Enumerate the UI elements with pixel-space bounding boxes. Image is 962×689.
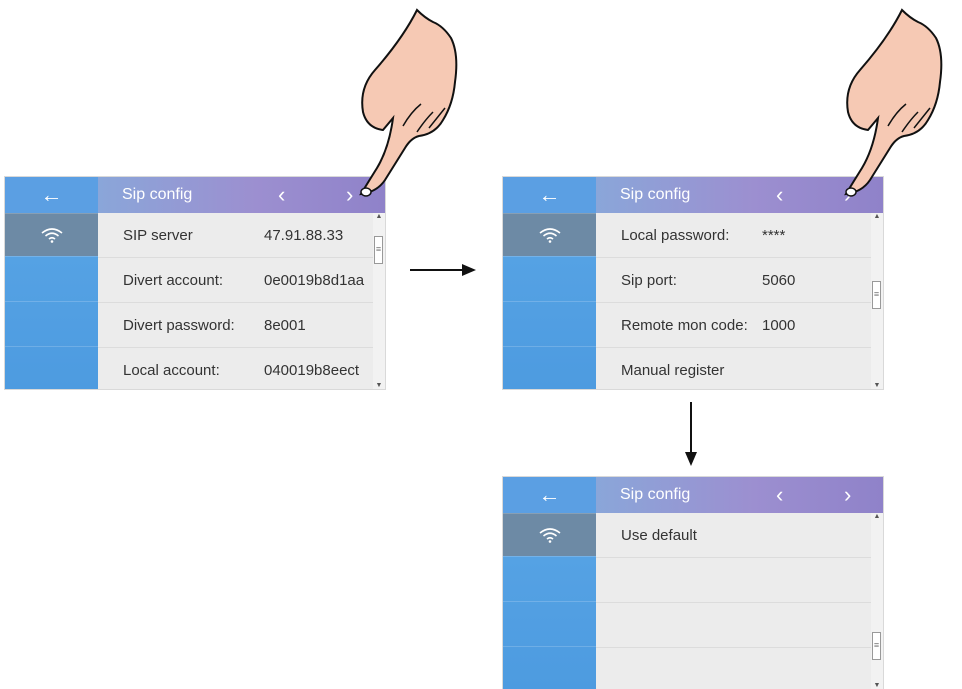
setting-row-empty [596, 648, 871, 689]
prev-button[interactable]: ‹ [776, 177, 783, 213]
setting-row-remote-mon-code[interactable]: Remote mon code: 1000 [596, 303, 871, 348]
header: Sip config ‹ › [596, 477, 883, 513]
screen-2: ← Sip config ‹ › Local password:**** Sip… [503, 177, 883, 389]
wifi-icon [539, 228, 560, 243]
sidebar-item[interactable] [503, 346, 596, 389]
sidebar: ← [503, 177, 596, 389]
setting-value: 0e0019b8d1aa [264, 271, 365, 289]
prev-button[interactable]: ‹ [278, 177, 285, 213]
scroll-up-icon[interactable]: ▲ [373, 213, 385, 220]
setting-value: 5060 [762, 271, 796, 289]
setting-value: 040019b8eect [264, 361, 360, 379]
setting-row-sip-port[interactable]: Sip port: 5060 [596, 258, 871, 303]
setting-label: Local account: [123, 361, 220, 379]
page-title: Sip config [620, 186, 691, 203]
sidebar-item-wifi[interactable] [503, 513, 596, 556]
setting-row-sip-server[interactable]: SIP server 47.91.88.33 [98, 213, 373, 258]
sidebar-item-wifi[interactable] [503, 213, 596, 256]
back-button[interactable]: ← [503, 477, 596, 513]
sidebar-item-wifi[interactable] [5, 213, 98, 256]
back-button[interactable]: ← [5, 177, 98, 213]
setting-label: SIP server [123, 226, 193, 244]
sidebar-item[interactable] [503, 601, 596, 646]
sidebar-item[interactable] [503, 301, 596, 346]
arrow-left-icon: ← [538, 482, 561, 507]
setting-value: 8e001 [264, 316, 306, 334]
scroll-up-icon[interactable]: ▲ [871, 213, 883, 220]
setting-label: Divert account: [123, 271, 224, 289]
setting-label: Manual register [621, 361, 725, 379]
scroll-down-icon[interactable]: ▼ [373, 382, 385, 389]
setting-label: Divert password: [123, 316, 235, 334]
setting-row-empty [596, 558, 871, 603]
setting-row-use-default[interactable]: Use default [596, 513, 871, 558]
scrollbar[interactable]: ▲ ▼ [871, 513, 883, 689]
setting-row-manual-register[interactable]: Manual register [596, 348, 871, 389]
scroll-thumb[interactable] [872, 632, 881, 660]
sidebar-item[interactable] [5, 346, 98, 389]
pointing-hand-icon [844, 8, 943, 197]
setting-row-local-account[interactable]: Local account: 040019b8eect [98, 348, 373, 389]
prev-button[interactable]: ‹ [776, 477, 783, 513]
sidebar: ← [503, 477, 596, 689]
wifi-icon [41, 228, 62, 243]
page-title: Sip config [620, 486, 691, 503]
setting-row-divert-account[interactable]: Divert account: 0e0019b8d1aa [98, 258, 373, 303]
scrollbar[interactable]: ▲ ▼ [871, 213, 883, 389]
back-button[interactable]: ← [503, 177, 596, 213]
scroll-down-icon[interactable]: ▼ [871, 382, 883, 389]
header: Sip config ‹ › [98, 177, 385, 213]
scroll-up-icon[interactable]: ▲ [871, 513, 883, 520]
pointing-hand-icon [359, 8, 458, 197]
setting-value: 47.91.88.33 [264, 226, 344, 244]
sidebar-item[interactable] [5, 301, 98, 346]
sidebar-item[interactable] [503, 556, 596, 601]
scrollbar[interactable]: ▲ ▼ [373, 213, 385, 389]
setting-label: Local password: [621, 226, 730, 244]
screen-1: ← Sip config ‹ › SIP server 47.91.88.33 D… [5, 177, 385, 389]
page-title: Sip config [122, 186, 193, 203]
scroll-thumb[interactable] [872, 281, 881, 309]
scroll-down-icon[interactable]: ▼ [871, 682, 883, 689]
wifi-icon [539, 528, 560, 543]
setting-label: Remote mon code: [621, 316, 748, 334]
sidebar-item[interactable] [5, 256, 98, 301]
settings-list: SIP server 47.91.88.33 Divert account: 0e0… [98, 213, 373, 389]
flow-arrow-down [685, 402, 697, 466]
settings-list: Local password: **** Sip port: 5060 Remote… [596, 213, 871, 389]
next-button[interactable]: › [844, 477, 851, 513]
sidebar-item[interactable] [503, 256, 596, 301]
setting-value: **** [762, 226, 786, 244]
sidebar: ← [5, 177, 98, 389]
settings-list: Use default [596, 513, 871, 689]
setting-row-empty [596, 603, 871, 648]
setting-label: Use default [621, 526, 697, 544]
next-button[interactable]: › [346, 177, 353, 213]
setting-row-local-password[interactable]: Local password: **** [596, 213, 871, 258]
screen-3: ← Sip config ‹ › Use default ▲ ▼ [503, 477, 883, 689]
setting-label: Sip port: [621, 271, 677, 289]
flow-arrow-right [410, 264, 476, 276]
sidebar-item[interactable] [503, 646, 596, 689]
setting-value: 1000 [762, 316, 796, 334]
scroll-thumb[interactable] [374, 236, 383, 264]
arrow-left-icon: ← [40, 182, 63, 207]
arrow-left-icon: ← [538, 182, 561, 207]
setting-row-divert-password[interactable]: Divert password: 8e001 [98, 303, 373, 348]
